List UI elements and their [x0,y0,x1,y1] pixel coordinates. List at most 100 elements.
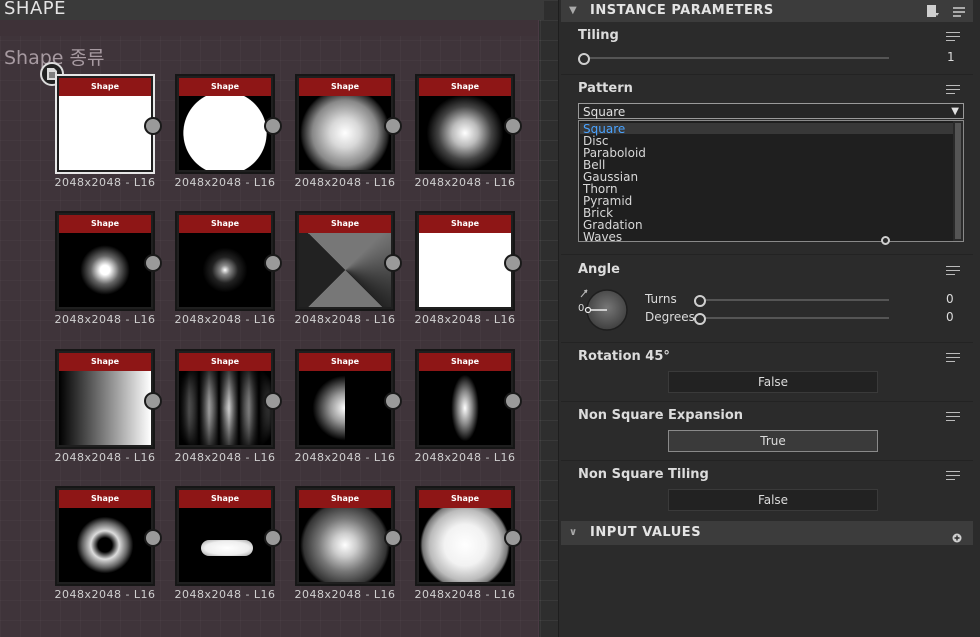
input-values-header[interactable]: ∨ INPUT VALUES [561,521,973,545]
pattern-dropdown[interactable]: Square ▼ [578,103,964,119]
output-port[interactable] [144,117,162,135]
dropdown-scrollbar[interactable] [953,121,963,241]
node-resolution-label: 2048x2048 - L16 [174,313,276,326]
shape-node-brick[interactable]: Shape [415,211,522,311]
node-thumbnail [299,233,391,307]
add-icon[interactable] [952,528,962,552]
node-header: Shape [179,215,271,233]
degrees-slider[interactable] [701,317,889,319]
output-port[interactable] [384,392,402,410]
output-port[interactable] [264,392,282,410]
node-header: Shape [179,353,271,371]
angle-dial[interactable] [578,288,628,332]
node-resolution-label: 2048x2048 - L16 [174,451,276,464]
node-header: Shape [299,78,391,96]
shape-node-half-bell[interactable]: Shape [295,349,402,449]
turns-value[interactable]: 0 [946,292,954,306]
shape-node-capsule[interactable]: Shape [175,486,282,586]
preset-icon[interactable] [926,4,940,26]
node-header: Shape [179,490,271,508]
degrees-slider-knob[interactable] [694,313,706,325]
properties-panel: ▼ INSTANCE PARAMETERS Tiling 1 Pattern S… [558,0,980,637]
shape-node-gradation[interactable]: Shape [55,349,162,449]
pattern-option-waves[interactable]: Waves [583,231,622,241]
output-port[interactable] [144,392,162,410]
node-resolution-label: 2048x2048 - L16 [294,313,396,326]
node-resolution-label: 2048x2048 - L16 [54,176,156,189]
node-thumbnail [59,508,151,582]
node-header: Shape [419,215,511,233]
node-resolution-label: 2048x2048 - L16 [414,588,516,601]
node-thumbnail [179,508,271,582]
shape-node-waves[interactable]: Shape [175,349,282,449]
node-header: Shape [59,215,151,233]
node-resolution-label: 2048x2048 - L16 [174,176,276,189]
menu-icon[interactable] [952,5,966,27]
tiling-slider-knob[interactable] [578,53,590,65]
partial-slider-knob [881,236,890,245]
node-header: Shape [59,490,151,508]
angle-label: Angle [578,262,620,277]
output-port[interactable] [384,117,402,135]
shape-node-square[interactable]: Shape [55,74,162,174]
shape-node-cone[interactable]: Shape [295,486,402,586]
output-port[interactable] [264,529,282,547]
node-resolution-label: 2048x2048 - L16 [294,176,396,189]
shape-node-pyramid[interactable]: Shape [295,211,402,311]
output-port[interactable] [504,529,522,547]
non-square-tiling-options-icon[interactable] [946,471,960,483]
turns-slider[interactable] [701,299,889,301]
non-square-expansion-toggle[interactable]: True [668,430,878,452]
divider [561,254,973,255]
output-port[interactable] [504,117,522,135]
node-thumbnail [59,233,151,307]
node-resolution-label: 2048x2048 - L16 [414,313,516,326]
rotation45-toggle[interactable]: False [668,371,878,393]
degrees-value[interactable]: 0 [946,310,954,324]
node-thumbnail [299,508,391,582]
pattern-options-icon[interactable] [946,85,960,97]
tiling-options-icon[interactable] [946,32,960,44]
output-port[interactable] [384,254,402,272]
output-port[interactable] [504,254,522,272]
shape-node-gaussian[interactable]: Shape [55,211,162,311]
node-resolution-label: 2048x2048 - L16 [414,451,516,464]
output-port[interactable] [264,117,282,135]
shape-node-ridged-bell[interactable]: Shape [415,349,522,449]
rotation45-options-icon[interactable] [946,353,960,365]
output-port[interactable] [504,392,522,410]
node-header: Shape [419,490,511,508]
instance-parameters-header[interactable]: ▼ INSTANCE PARAMETERS [561,0,973,22]
output-port[interactable] [384,529,402,547]
tiling-value[interactable]: 1 [947,50,955,64]
shape-node-hemisphere[interactable]: Shape [415,486,522,586]
turns-slider-knob[interactable] [694,295,706,307]
shape-node-paraboloid[interactable]: Shape [295,74,402,174]
node-header: Shape [419,78,511,96]
non-square-expansion-label: Non Square Expansion [578,408,744,423]
shape-node-crescent[interactable]: Shape [55,486,162,586]
scrollbar-thumb[interactable] [955,123,961,239]
non-square-tiling-toggle[interactable]: False [668,489,878,511]
node-header: Shape [59,353,151,371]
shape-node-thorn[interactable]: Shape [175,211,282,311]
tiling-slider[interactable] [585,57,889,59]
turns-label: Turns [645,292,677,306]
node-resolution-label: 2048x2048 - L16 [54,451,156,464]
degrees-label: Degrees [645,310,695,324]
tiling-label: Tiling [578,28,619,43]
graph-canvas[interactable]: SHAPE Shape 종류 Shape 2048x2048 - L16 Shape… [0,0,558,637]
shape-node-disc[interactable]: Shape [175,74,282,174]
output-port[interactable] [264,254,282,272]
angle-dial-value: 0 [578,303,585,314]
node-thumbnail [59,371,151,445]
angle-options-icon[interactable] [946,266,960,278]
non-square-expansion-options-icon[interactable] [946,412,960,424]
chevron-down-icon: ∨ [569,527,578,538]
output-port[interactable] [144,254,162,272]
shape-node-bell[interactable]: Shape [415,74,522,174]
chevron-down-icon: ▼ [951,106,959,117]
node-resolution-label: 2048x2048 - L16 [414,176,516,189]
node-thumbnail [419,371,511,445]
output-port[interactable] [144,529,162,547]
